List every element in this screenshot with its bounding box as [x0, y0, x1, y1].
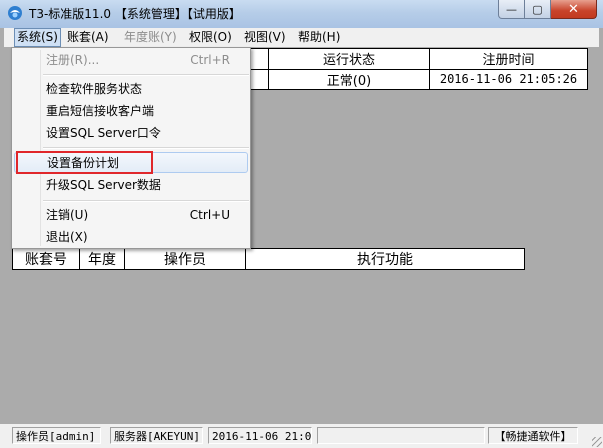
minimize-button[interactable]: — [498, 0, 525, 19]
maximize-icon: ▢ [532, 2, 543, 16]
menu-separator [43, 74, 249, 76]
menu-item-register[interactable]: 注册(R)... Ctrl+R [14, 50, 248, 71]
menu-item-label: 注册(R)... [46, 53, 100, 67]
status-datetime: 2016-11-06 21:05 [208, 427, 312, 444]
menu-separator [43, 200, 249, 202]
menu-item-upgrade-sql-data[interactable]: 升级SQL Server数据 [14, 175, 248, 196]
menu-item-label: 设置SQL Server口令 [46, 126, 161, 140]
table-header-operator[interactable]: 操作员 [124, 248, 246, 270]
menu-item-check-service[interactable]: 检查软件服务状态 [14, 79, 248, 100]
maximize-button[interactable]: ▢ [525, 0, 551, 19]
menu-permission[interactable]: 权限(O) [189, 28, 232, 47]
table-header-year[interactable]: 年度 [79, 248, 125, 270]
menu-item-exit[interactable]: 退出(X) [14, 227, 248, 248]
resize-grip-icon[interactable] [592, 437, 602, 447]
status-operator: 操作员[admin] [12, 427, 101, 444]
app-window: T3-标准版11.0 【系统管理】【试用版】 — ▢ ✕ 系统(S) 账套(A)… [0, 0, 603, 448]
status-brand: 【畅捷通软件】 [488, 427, 578, 444]
menu-separator [43, 147, 249, 149]
menu-item-label: 退出(X) [46, 230, 88, 244]
menu-item-shortcut: Ctrl+R [190, 53, 230, 67]
menu-account[interactable]: 账套(A) [67, 28, 109, 47]
table-header-account-no[interactable]: 账套号 [12, 248, 80, 270]
menu-help[interactable]: 帮助(H) [298, 28, 340, 47]
window-title: T3-标准版11.0 【系统管理】【试用版】 [29, 7, 241, 21]
close-icon: ✕ [568, 1, 579, 17]
menu-item-label: 注销(U) [46, 208, 89, 222]
table-cell-register-time: 2016-11-06 21:05:26 [429, 68, 588, 90]
title-bar[interactable]: T3-标准版11.0 【系统管理】【试用版】 — ▢ ✕ [0, 0, 603, 28]
table-header-row: 账套号 年度 操作员 执行功能 [12, 248, 525, 270]
table-cell-status: 正常(0) [268, 68, 430, 90]
table-header-function[interactable]: 执行功能 [245, 248, 525, 270]
menu-item-logout[interactable]: 注销(U) Ctrl+U [14, 205, 248, 226]
menu-item-set-sql-password[interactable]: 设置SQL Server口令 [14, 123, 248, 144]
table-header-status[interactable]: 运行状态 [268, 48, 430, 70]
menu-item-label: 重启短信接收客户端 [46, 104, 155, 118]
status-empty [317, 427, 485, 444]
highlight-annotation-box [16, 151, 153, 174]
system-menu-dropdown: 注册(R)... Ctrl+R 检查软件服务状态 重启短信接收客户端 设置SQL… [11, 47, 251, 249]
menu-item-label: 检查软件服务状态 [46, 82, 143, 96]
status-server: 服务器[AKEYUN] [110, 427, 203, 444]
operation-log-table: 账套号 年度 操作员 执行功能 [12, 248, 525, 270]
app-logo-icon [8, 6, 22, 20]
menu-system[interactable]: 系统(S) [14, 28, 61, 47]
menu-fiscal-year[interactable]: 年度账(Y) [124, 28, 177, 47]
status-bar: 操作员[admin] 服务器[AKEYUN] 2016-11-06 21:05 … [0, 424, 603, 448]
menu-item-label: 升级SQL Server数据 [46, 178, 161, 192]
close-button[interactable]: ✕ [551, 0, 597, 19]
minimize-icon: — [506, 2, 517, 16]
menu-item-restart-sms-client[interactable]: 重启短信接收客户端 [14, 101, 248, 122]
table-header-register-time[interactable]: 注册时间 [429, 48, 588, 70]
window-controls: — ▢ ✕ [498, 0, 597, 20]
menu-item-shortcut: Ctrl+U [189, 208, 230, 222]
menu-view[interactable]: 视图(V) [244, 28, 286, 47]
menu-bar: 系统(S) 账套(A) 年度账(Y) 权限(O) 视图(V) 帮助(H) [4, 28, 599, 47]
